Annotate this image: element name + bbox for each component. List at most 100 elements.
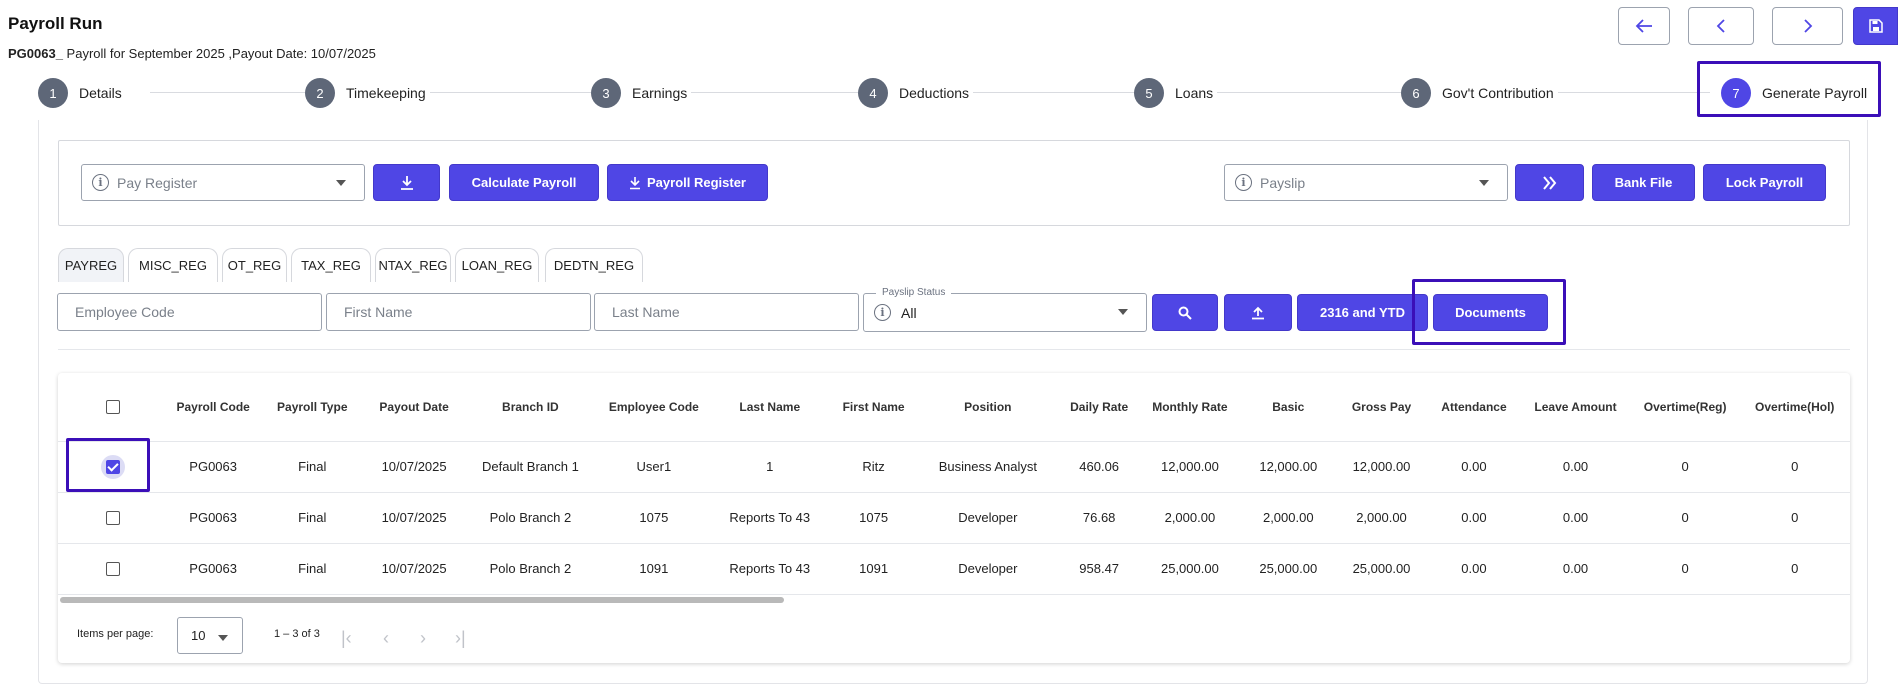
- page-subtitle: PG0063_ Payroll for September 2025 ,Payo…: [8, 46, 376, 61]
- save-button[interactable]: [1853, 7, 1898, 45]
- previous-button[interactable]: [1688, 7, 1754, 45]
- table-cell: Developer: [916, 492, 1060, 544]
- step-timekeeping[interactable]: 2 Timekeeping: [305, 78, 430, 108]
- column-header[interactable]: Monthly Rate: [1138, 373, 1242, 442]
- table-cell: 1091: [831, 543, 917, 595]
- payslip-status-select[interactable]: i All: [863, 293, 1147, 332]
- table-cell: Polo Branch 2: [461, 492, 600, 544]
- employee-code-placeholder: Employee Code: [75, 304, 175, 320]
- pay-register-select[interactable]: i Pay Register: [81, 164, 365, 201]
- column-header[interactable]: Overtime(Hol): [1739, 373, 1850, 442]
- table-row[interactable]: PG0063 Final 10/07/2025 Polo Branch 2 1091 Re…: [58, 543, 1850, 595]
- chevron-down-icon: [218, 635, 228, 641]
- table-cell: 12,000.00: [1335, 441, 1428, 493]
- payslip-forward-button[interactable]: [1515, 164, 1584, 201]
- next-page-icon[interactable]: ›: [420, 628, 426, 649]
- chevron-down-icon: [336, 180, 346, 186]
- row-checkbox[interactable]: [106, 562, 121, 577]
- payroll-register-button[interactable]: Payroll Register: [607, 164, 768, 201]
- employee-code-input[interactable]: Employee Code: [57, 293, 322, 331]
- tab-misc-reg[interactable]: MISC_REG: [128, 248, 218, 282]
- table-cell: 2,000.00: [1241, 492, 1336, 544]
- previous-page-icon[interactable]: ‹: [383, 628, 389, 649]
- 2316-ytd-button[interactable]: 2316 and YTD: [1297, 294, 1428, 331]
- row-select-cell: [58, 441, 169, 493]
- tab-loan-reg[interactable]: LOAN_REG: [455, 248, 539, 282]
- column-header[interactable]: First Name: [831, 373, 917, 442]
- step-deductions[interactable]: 4 Deductions: [858, 78, 974, 108]
- column-header[interactable]: Branch ID: [461, 373, 600, 442]
- table-cell: 0.00: [1520, 492, 1631, 544]
- tab-payreg[interactable]: PAYREG: [58, 248, 124, 282]
- step-number: 7: [1721, 78, 1751, 108]
- step-details[interactable]: 1 Details: [38, 78, 126, 108]
- last-name-input[interactable]: Last Name: [594, 293, 859, 331]
- back-button[interactable]: [1618, 7, 1670, 45]
- table-cell: User1: [599, 441, 709, 493]
- table-cell: 0.00: [1427, 492, 1521, 544]
- calculate-payroll-button[interactable]: Calculate Payroll: [449, 164, 599, 201]
- checkbox-focus-halo: [101, 454, 126, 479]
- column-header[interactable]: Payout Date: [366, 373, 462, 442]
- tab-tax-reg[interactable]: TAX_REG: [291, 248, 371, 282]
- table-cell: PG0063: [168, 492, 258, 544]
- first-name-placeholder: First Name: [344, 304, 413, 320]
- step-earnings[interactable]: 3 Earnings: [591, 78, 692, 108]
- table-cell: 10/07/2025: [366, 492, 462, 544]
- table-cell: Business Analyst: [916, 441, 1060, 493]
- table-cell: 958.47: [1059, 543, 1139, 595]
- column-header[interactable]: Last Name: [708, 373, 832, 442]
- table-row[interactable]: PG0063 Final 10/07/2025 Default Branch 1 Use…: [58, 441, 1850, 493]
- column-header[interactable]: Position: [916, 373, 1060, 442]
- column-header[interactable]: Employee Code: [599, 373, 709, 442]
- table-cell: Developer: [916, 543, 1060, 595]
- step-generate-payroll[interactable]: 7 Generate Payroll: [1721, 78, 1872, 108]
- table-cell: 25,000.00: [1241, 543, 1336, 595]
- documents-button[interactable]: Documents: [1433, 294, 1548, 331]
- column-header[interactable]: Overtime(Reg): [1630, 373, 1740, 442]
- tab-ntax-reg[interactable]: NTAX_REG: [375, 248, 451, 282]
- step-number: 6: [1401, 78, 1431, 108]
- table-cell: 0.00: [1427, 543, 1521, 595]
- last-page-icon[interactable]: ›|: [455, 628, 466, 649]
- info-icon: i: [92, 174, 109, 191]
- payroll-code: PG0063_: [8, 46, 63, 61]
- step-number: 1: [38, 78, 68, 108]
- row-checkbox[interactable]: [106, 459, 121, 474]
- table-cell: 0: [1630, 492, 1740, 544]
- arrow-left-icon: [1635, 19, 1652, 33]
- select-all-checkbox[interactable]: [106, 400, 121, 415]
- first-name-input[interactable]: First Name: [326, 293, 591, 331]
- table-cell: 2,000.00: [1138, 492, 1242, 544]
- lock-payroll-button[interactable]: Lock Payroll: [1703, 164, 1826, 201]
- column-header[interactable]: Gross Pay: [1335, 373, 1428, 442]
- search-button[interactable]: [1152, 294, 1218, 331]
- step-loans[interactable]: 5 Loans: [1134, 78, 1218, 108]
- tab-ot-reg[interactable]: OT_REG: [222, 248, 287, 282]
- column-header[interactable]: Basic: [1241, 373, 1336, 442]
- tab-dedtn-reg[interactable]: DEDTN_REG: [545, 248, 643, 282]
- bank-file-button[interactable]: Bank File: [1592, 164, 1695, 201]
- horizontal-scrollbar[interactable]: [60, 597, 784, 603]
- table-cell: 460.06: [1059, 441, 1139, 493]
- items-per-page-select[interactable]: 10: [177, 617, 243, 654]
- download-button[interactable]: [373, 164, 440, 201]
- next-button[interactable]: [1772, 7, 1843, 45]
- table-cell: Final: [257, 543, 367, 595]
- column-header[interactable]: Leave Amount: [1520, 373, 1631, 442]
- column-header[interactable]: Payroll Code: [168, 373, 258, 442]
- row-checkbox[interactable]: [106, 511, 121, 526]
- table-cell: 1091: [599, 543, 709, 595]
- search-icon: [1178, 306, 1192, 320]
- payslip-select[interactable]: i Payslip: [1224, 164, 1508, 201]
- column-header[interactable]: Payroll Type: [257, 373, 367, 442]
- table-cell: Reports To 43: [708, 543, 832, 595]
- payroll-register-label: Payroll Register: [647, 175, 746, 190]
- first-page-icon[interactable]: |‹: [341, 628, 352, 649]
- upload-button[interactable]: [1224, 294, 1292, 331]
- step-govt-contribution[interactable]: 6 Gov't Contribution: [1401, 78, 1558, 108]
- column-header[interactable]: Daily Rate: [1059, 373, 1139, 442]
- table-row[interactable]: PG0063 Final 10/07/2025 Polo Branch 2 1075 Re…: [58, 492, 1850, 544]
- column-header[interactable]: Attendance: [1427, 373, 1521, 442]
- info-icon: i: [1235, 174, 1252, 191]
